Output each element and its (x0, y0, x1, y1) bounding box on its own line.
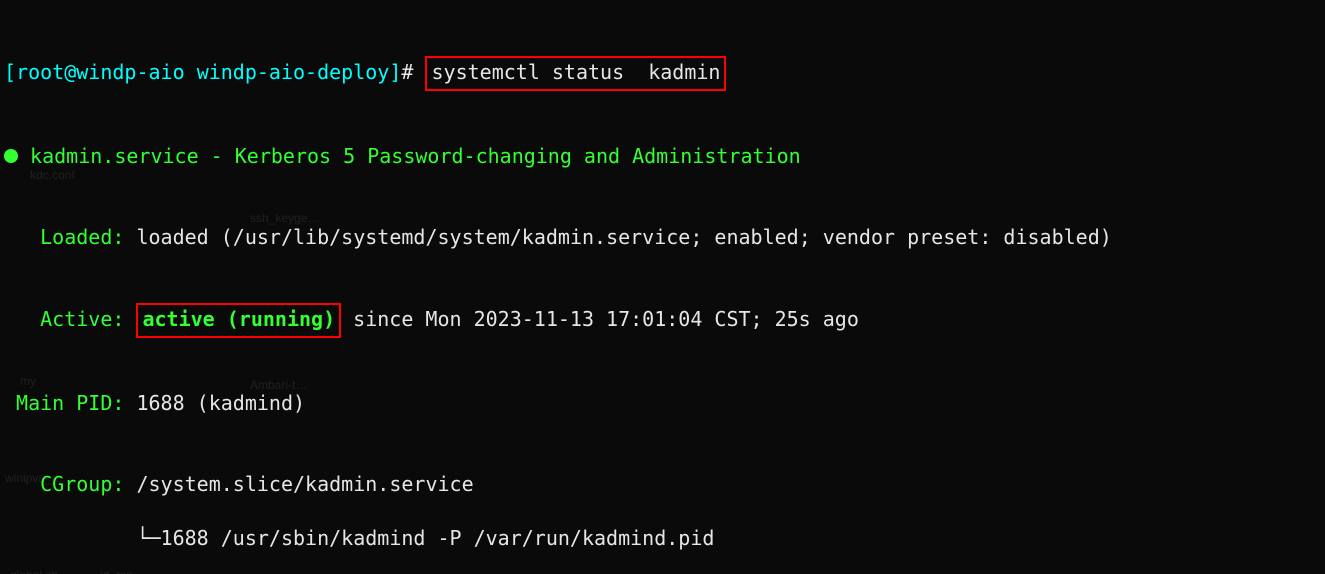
cgroup-proc-line: └─1688 /usr/sbin/kadmind -P /var/run/kad… (136, 526, 714, 550)
status-dot-icon (4, 149, 18, 163)
prompt-host: windp-aio (76, 60, 184, 84)
active-state-1: active (running) (142, 307, 335, 331)
mainpid-value: 1688 (kadmind) (124, 391, 305, 415)
svc1-cgroup-line: CGroup: /system.slice/kadmin.service (4, 471, 1321, 498)
svc1-cgroup-tree: └─1688 /usr/sbin/kadmind -P /var/run/kad… (4, 525, 1321, 552)
prompt-hash: # (401, 60, 413, 84)
svc1-mainpid-line: Main PID: 1688 (kadmind) (4, 390, 1321, 417)
cgroup-value: /system.slice/kadmin.service (124, 472, 473, 496)
prompt-bracket-close: ] (389, 60, 401, 84)
loaded-value: loaded (/usr/lib/systemd/system/kadmin.s… (124, 225, 1111, 249)
active-tail-1: since Mon 2023-11-13 17:01:04 CST; 25s a… (341, 307, 859, 331)
prompt-path: windp-aio-deploy (197, 60, 390, 84)
prompt-bracket-open: [ (4, 60, 16, 84)
loaded-label: Loaded: (40, 225, 124, 249)
terminal-output[interactable]: [root@windp-aio windp-aio-deploy]# syste… (0, 0, 1325, 574)
svc1-name: kadmin.service - Kerberos 5 Password-cha… (30, 144, 801, 168)
prompt-line-1: [root@windp-aio windp-aio-deploy]# syste… (4, 58, 1321, 89)
svc1-header: kadmin.service - Kerberos 5 Password-cha… (4, 143, 1321, 170)
svc1-active-line: Active: active (running) since Mon 2023-… (4, 305, 1321, 336)
highlight-command-1: systemctl status kadmin (425, 56, 726, 91)
mainpid-label: Main PID: (16, 391, 124, 415)
cgroup-label: CGroup: (40, 472, 124, 496)
command-1-text: systemctl status kadmin (431, 60, 720, 84)
svc1-loaded-line: Loaded: loaded (/usr/lib/systemd/system/… (4, 224, 1321, 251)
active-label: Active: (40, 307, 124, 331)
prompt-at: @ (64, 60, 76, 84)
prompt-user: root (16, 60, 64, 84)
highlight-active-1: active (running) (136, 303, 341, 338)
